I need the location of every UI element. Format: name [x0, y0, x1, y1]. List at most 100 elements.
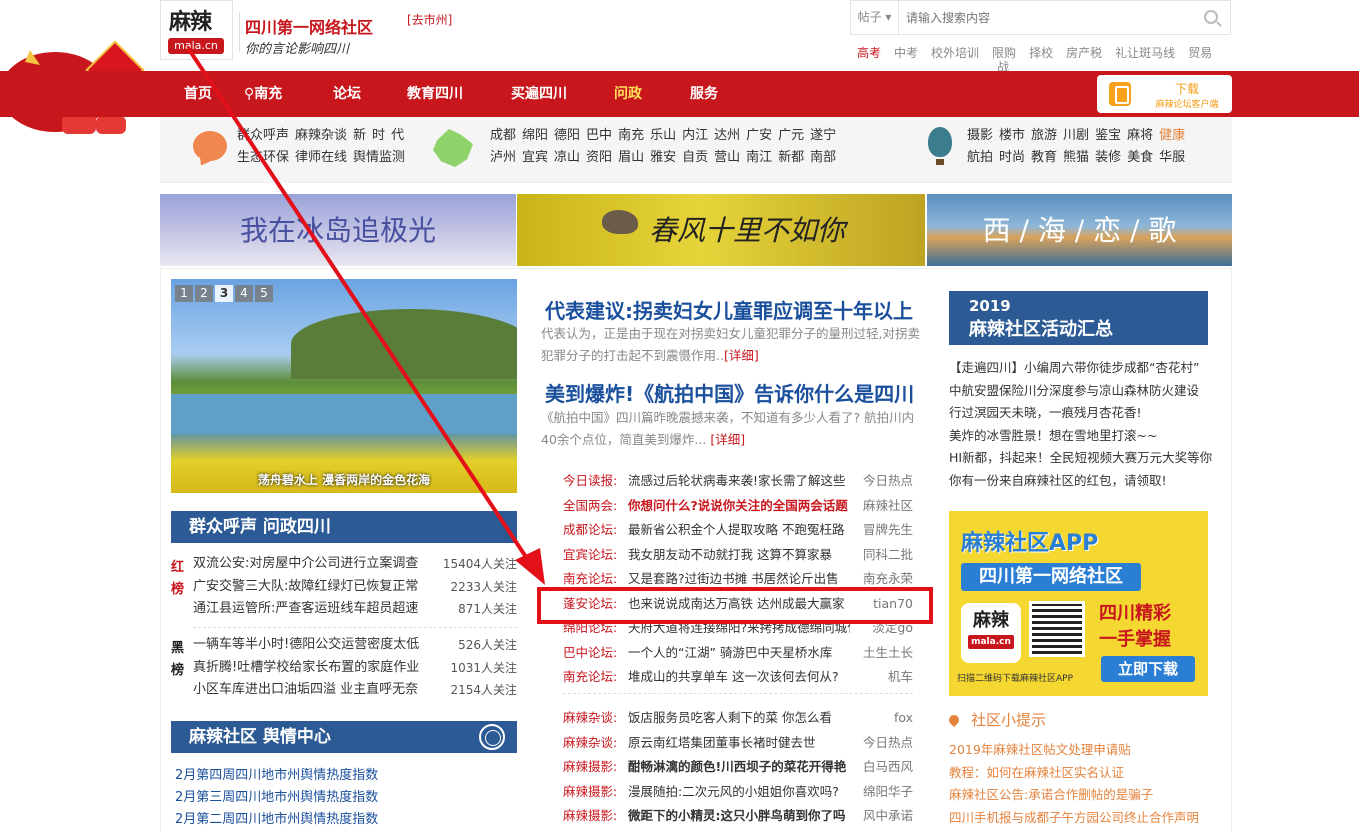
search-icon[interactable]	[1204, 10, 1218, 24]
forum-post-item[interactable]: 巴中论坛: 一个人的“江湖” 骑游巴中天星桥水库 土生土长	[563, 641, 913, 666]
nav-shopping[interactable]: 买遍四川	[511, 71, 567, 117]
news-link[interactable]: 美炸的冰雪胜景！想在雪地里打滚~~	[949, 425, 1219, 448]
forum-category-link[interactable]: 麻辣杂谈:	[563, 731, 617, 756]
hot-link[interactable]: 择校	[1029, 46, 1053, 60]
city-link[interactable]: 达州	[714, 128, 740, 143]
forum-post-title[interactable]: 堆成山的共享单车 这一次该何去何从?	[628, 665, 850, 690]
city-switch-link[interactable]: [去市州]	[407, 11, 452, 28]
city-link[interactable]: 新都	[778, 150, 804, 165]
download-now-button[interactable]: 立即下载	[1101, 656, 1195, 682]
headline-link[interactable]: 代表建议:拐卖妇女儿童罪应调至十年以上	[545, 295, 913, 324]
list-item[interactable]: 通江县运管所:严查客运班线车超员超速 871人关注	[193, 598, 517, 621]
nav-wenzheng[interactable]: 问政	[614, 71, 642, 117]
news-link[interactable]: 行过溟园天未晓，一痕残月杏花香!	[949, 402, 1219, 425]
banner-west-sea[interactable]: 西 / 海 / 恋 / 歌	[927, 194, 1232, 266]
forum-post-author[interactable]: 机车	[888, 665, 913, 690]
tip-link[interactable]: 麻辣社区公告:承诺合作删帖的是骗子	[949, 784, 1199, 807]
hot-link[interactable]: 房产税	[1066, 46, 1102, 60]
interest-link[interactable]: 健康	[1159, 128, 1185, 143]
city-link[interactable]: 乐山	[650, 128, 676, 143]
forum-post-title[interactable]: 微距下的小精灵:这只小胖鸟萌到你了吗	[628, 804, 850, 829]
forum-category-link[interactable]: 南充论坛:	[563, 665, 617, 690]
city-link[interactable]: 广安	[746, 128, 772, 143]
forum-post-title[interactable]: 原云南红塔集团董事长褚时健去世	[628, 731, 850, 756]
list-item[interactable]: 真折腾!吐槽学校给家长布置的家庭作业 1031人关注	[193, 657, 517, 680]
city-link[interactable]: 德阳	[554, 128, 580, 143]
category-link[interactable]: 时	[372, 128, 385, 143]
interest-link[interactable]: 时尚	[999, 150, 1025, 165]
interest-link[interactable]: 教育	[1031, 150, 1057, 165]
forum-post-title[interactable]: 流感过后轮状病毒来袭!家长需了解这些	[628, 469, 850, 494]
download-app-button[interactable]: 下载 麻辣论坛客户端	[1097, 75, 1232, 113]
forum-post-item[interactable]: 麻辣杂谈: 饭店服务员吃客人剩下的菜 你怎么看 fox	[563, 706, 913, 731]
banner-spring-breeze[interactable]: 春风十里不如你	[517, 194, 925, 266]
city-link[interactable]: 广元	[778, 128, 804, 143]
city-link[interactable]: 绵阳	[522, 128, 548, 143]
interest-link[interactable]: 楼市	[999, 128, 1025, 143]
forum-post-title[interactable]: 一个人的“江湖” 骑游巴中天星桥水库	[628, 641, 850, 666]
slider-page-button[interactable]: 5	[255, 285, 273, 302]
city-link[interactable]: 宜宾	[522, 150, 548, 165]
section-title-yuqing[interactable]: 麻辣社区 舆情中心	[171, 721, 517, 753]
interest-link[interactable]: 川剧	[1063, 128, 1089, 143]
interest-link[interactable]: 美食	[1127, 150, 1153, 165]
yuqing-link[interactable]: 2月第四周四川地市州舆情热度指数	[175, 765, 378, 787]
forum-category-link[interactable]: 麻辣杂谈:	[563, 706, 617, 731]
city-link[interactable]: 雅安	[650, 150, 676, 165]
app-download-ad[interactable]: 麻辣社区APP 四川第一网络社区 麻辣 mala.cn 四川精彩 一手掌握 立即下载…	[949, 511, 1208, 696]
city-link[interactable]: 凉山	[554, 150, 580, 165]
slider-page-button[interactable]: 4	[235, 285, 253, 302]
forum-post-title[interactable]: 饭店服务员吃客人剩下的菜 你怎么看	[628, 706, 850, 731]
category-link[interactable]: 生态环保	[237, 150, 289, 165]
news-link[interactable]: HI新都，抖起来！全民短视频大赛万元大奖等你	[949, 447, 1219, 470]
forum-category-link[interactable]: 全国两会:	[563, 494, 617, 519]
forum-post-author[interactable]: 冒牌先生	[863, 518, 913, 543]
list-item[interactable]: 小区车库进出口油垢四溢 业主直呼无奈 2154人关注	[193, 679, 517, 702]
banner-iceland-aurora[interactable]: 我在冰岛追极光	[160, 194, 516, 266]
forum-post-author[interactable]: 风中承诺	[863, 804, 913, 829]
news-link[interactable]: 你有一份来自麻辣社区的红包，请领取!	[949, 470, 1219, 493]
site-logo[interactable]: 麻辣 mala.cn	[160, 0, 233, 60]
city-link[interactable]: 南充	[618, 128, 644, 143]
forum-post-item[interactable]: 全国两会: 你想问什么?说说你关注的全国两会话题 麻辣社区	[563, 494, 913, 519]
news-link[interactable]: 【走遍四川】小编周六带你徒步成都“杏花村”	[949, 357, 1219, 380]
section-title-qunzhong[interactable]: 群众呼声 问政四川	[171, 511, 517, 543]
forum-post-item[interactable]: 麻辣摄影: 微距下的小精灵:这只小胖鸟萌到你了吗 风中承诺	[563, 804, 913, 829]
forum-category-link[interactable]: 宜宾论坛:	[563, 543, 617, 568]
interest-link[interactable]: 熊猫	[1063, 150, 1089, 165]
nav-education[interactable]: 教育四川	[407, 71, 463, 117]
nav-service[interactable]: 服务	[690, 71, 718, 117]
forum-post-author[interactable]: 绵阳华子	[863, 780, 913, 805]
interest-link[interactable]: 航拍	[967, 150, 993, 165]
interest-link[interactable]: 摄影	[967, 128, 993, 143]
headline-link[interactable]: 美到爆炸!《航拍中国》告诉你什么是四川	[545, 378, 914, 407]
forum-category-link[interactable]: 麻辣摄影:	[563, 780, 617, 805]
nav-forum[interactable]: 论坛	[333, 71, 361, 117]
hot-link[interactable]: 高考	[857, 46, 881, 60]
forum-post-author[interactable]: 白马西风	[863, 755, 913, 780]
detail-link[interactable]: [详细]	[724, 348, 759, 363]
forum-post-author[interactable]: 今日热点	[863, 469, 913, 494]
interest-link[interactable]: 鉴宝	[1095, 128, 1121, 143]
forum-post-title[interactable]: 最新省公积金个人提取攻略 不跑冤枉路	[628, 518, 850, 543]
city-link[interactable]: 泸州	[490, 150, 516, 165]
nav-nanchong[interactable]: ⚲南充	[244, 71, 282, 117]
forum-post-item[interactable]: 成都论坛: 最新省公积金个人提取攻略 不跑冤枉路 冒牌先生	[563, 518, 913, 543]
city-link[interactable]: 成都	[490, 128, 516, 143]
search-input[interactable]	[906, 8, 1186, 28]
forum-post-author[interactable]: fox	[894, 706, 913, 731]
interest-link[interactable]: 旅游	[1031, 128, 1057, 143]
interest-link[interactable]: 华服	[1159, 150, 1185, 165]
forum-category-link[interactable]: 巴中论坛:	[563, 641, 617, 666]
forum-post-item[interactable]: 麻辣杂谈: 原云南红塔集团董事长褚时健去世 今日热点	[563, 731, 913, 756]
city-link[interactable]: 遂宁	[810, 128, 836, 143]
city-link[interactable]: 巴中	[586, 128, 612, 143]
forum-post-item[interactable]: 南充论坛: 堆成山的共享单车 这一次该何去何从? 机车	[563, 665, 913, 690]
city-link[interactable]: 营山	[714, 150, 740, 165]
photo-slider[interactable]: 1 2 3 4 5 荡舟碧水上 漫香两岸的金色花海	[171, 279, 517, 493]
nav-home[interactable]: 首页	[184, 71, 212, 117]
tip-link[interactable]: 教程：如何在麻辣社区实名认证	[949, 762, 1199, 785]
category-link[interactable]: 新	[353, 128, 366, 143]
list-item[interactable]: 广安交警三大队:故障红绿灯已恢复正常 2233人关注	[193, 576, 517, 599]
hot-link[interactable]: 中考	[894, 46, 918, 60]
